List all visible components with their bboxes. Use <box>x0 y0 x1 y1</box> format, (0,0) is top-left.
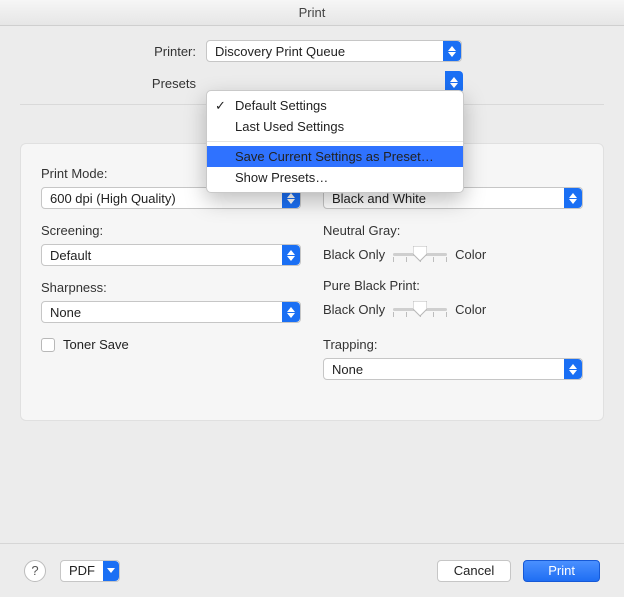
printer-value: Discovery Print Queue <box>207 44 443 59</box>
printer-label: Printer: <box>20 44 206 59</box>
neutral-gray-left: Black Only <box>323 247 385 262</box>
slider-thumb-icon <box>413 301 427 315</box>
trapping-select[interactable]: None <box>323 358 583 380</box>
presets-item-save-as[interactable]: Save Current Settings as Preset… <box>207 146 463 167</box>
pure-black-right: Color <box>455 302 486 317</box>
toner-save-checkbox[interactable]: Toner Save <box>41 337 301 352</box>
presets-item-label: Default Settings <box>235 98 327 113</box>
presets-item-label: Last Used Settings <box>235 119 344 134</box>
neutral-gray-label: Neutral Gray: <box>323 223 583 238</box>
pure-black-left: Black Only <box>323 302 385 317</box>
chevron-down-icon <box>103 561 119 581</box>
presets-item-label: Save Current Settings as Preset… <box>235 149 434 164</box>
presets-item-show[interactable]: Show Presets… <box>207 167 463 188</box>
sharpness-label: Sharpness: <box>41 280 301 295</box>
checkmark-icon: ✓ <box>215 98 226 114</box>
screening-label: Screening: <box>41 223 301 238</box>
sharpness-select[interactable]: None <box>41 301 301 323</box>
menu-separator <box>207 141 463 142</box>
updown-icon <box>564 359 582 379</box>
pure-black-slider[interactable] <box>393 299 447 319</box>
window-title: Print <box>0 0 624 26</box>
trapping-value: None <box>324 362 564 377</box>
sharpness-value: None <box>42 305 282 320</box>
footer: ? PDF Cancel Print <box>0 543 624 597</box>
presets-item-label: Show Presets… <box>235 170 328 185</box>
toner-save-label: Toner Save <box>63 337 129 352</box>
presets-item-last-used[interactable]: Last Used Settings <box>207 116 463 137</box>
screening-select[interactable]: Default <box>41 244 301 266</box>
printer-select[interactable]: Discovery Print Queue <box>206 40 462 62</box>
updown-icon <box>282 302 300 322</box>
neutral-gray-right: Color <box>455 247 486 262</box>
checkbox-box <box>41 338 55 352</box>
pdf-label: PDF <box>61 563 103 578</box>
presets-label: Presets <box>20 76 206 91</box>
print-button[interactable]: Print <box>523 560 600 582</box>
updown-icon <box>443 41 461 61</box>
neutral-gray-slider[interactable] <box>393 244 447 264</box>
cancel-button[interactable]: Cancel <box>437 560 511 582</box>
updown-icon <box>282 245 300 265</box>
screening-value: Default <box>42 248 282 263</box>
help-button[interactable]: ? <box>24 560 46 582</box>
presets-menu: ✓ Default Settings Last Used Settings Sa… <box>206 90 464 193</box>
pdf-menu-button[interactable]: PDF <box>60 560 120 582</box>
trapping-label: Trapping: <box>323 337 583 352</box>
pure-black-label: Pure Black Print: <box>323 278 583 293</box>
updown-icon <box>564 188 582 208</box>
presets-item-default[interactable]: ✓ Default Settings <box>207 95 463 116</box>
slider-thumb-icon <box>413 246 427 260</box>
